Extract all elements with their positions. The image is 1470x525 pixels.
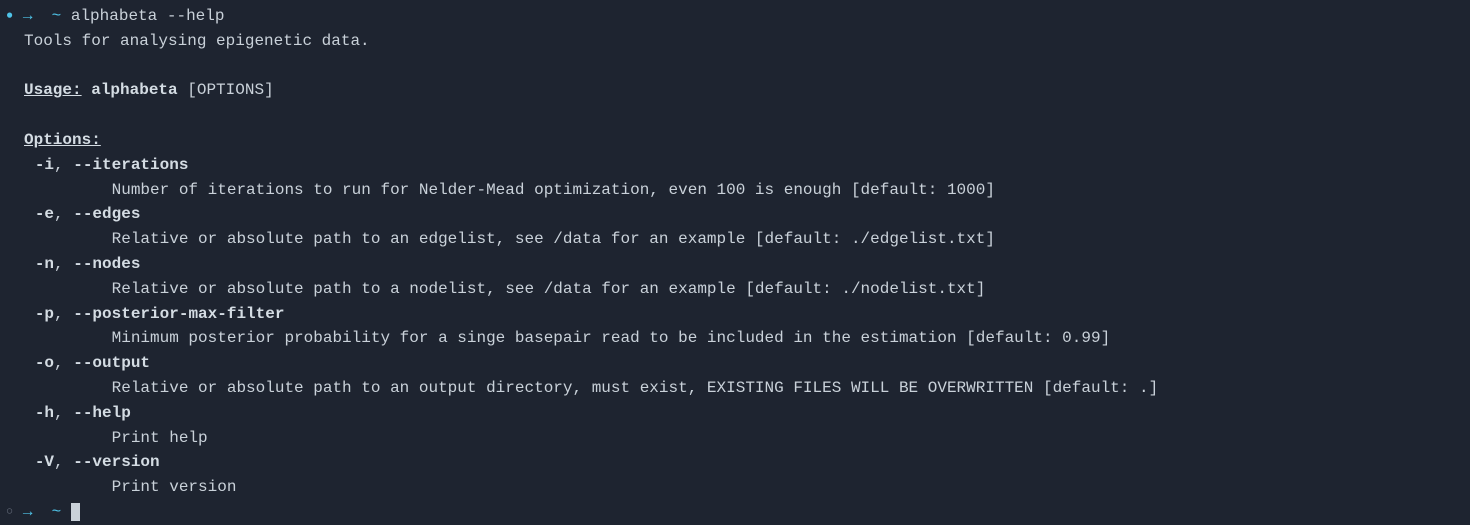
command-input[interactable]: alphabeta --help [71,7,225,25]
status-circle-empty-icon: ○ [6,504,13,518]
usage-line: Usage: alphabeta [OPTIONS] [0,78,1470,103]
option-arg [140,255,150,273]
prompt-line-2: ○ → ~ [0,500,1470,525]
cursor[interactable] [71,503,80,521]
description-line: Tools for analysing epigenetic data. [0,29,1470,54]
option-desc-line: Relative or absolute path to an output d… [0,376,1470,401]
option-flag-line: -V, --version [0,450,1470,475]
option-short: -o [35,354,54,372]
usage-command: alphabeta [91,81,177,99]
option-flag-line: -p, --posterior-max-filter [0,302,1470,327]
usage-args: [OPTIONS] [187,81,273,99]
option-desc-line: Minimum posterior probability for a sing… [0,326,1470,351]
option-arg [150,354,160,372]
option-long: --posterior-max-filter [73,305,284,323]
option-long: --iterations [73,156,188,174]
prompt-line-1: ● → ~ alphabeta --help [0,4,1470,29]
prompt-arrow-icon: → [23,7,33,25]
option-arg [188,156,198,174]
option-long: --help [73,404,131,422]
option-long: --version [73,453,159,471]
option-short: -p [35,305,54,323]
option-arg [140,205,150,223]
option-arg [284,305,294,323]
option-short: -h [35,404,54,422]
blank-line [0,103,1470,128]
options-header: Options: [0,128,1470,153]
prompt-tilde: ~ [52,7,62,25]
option-short: -n [35,255,54,273]
option-short: -i [35,156,54,174]
option-desc-line: Print version [0,475,1470,500]
option-desc-line: Number of iterations to run for Nelder-M… [0,178,1470,203]
prompt-arrow-icon: → [23,503,33,521]
option-short: -V [35,453,54,471]
blank-line [0,54,1470,79]
prompt-tilde: ~ [52,503,62,521]
usage-label: Usage: [24,81,82,99]
option-desc-line: Relative or absolute path to a nodelist,… [0,277,1470,302]
option-long: --edges [73,205,140,223]
option-flag-line: -n, --nodes [0,252,1470,277]
option-long: --nodes [73,255,140,273]
option-flag-line: -e, --edges [0,202,1470,227]
status-circle-icon: ● [6,8,13,22]
option-flag-line: -h, --help [0,401,1470,426]
option-long: --output [73,354,150,372]
option-short: -e [35,205,54,223]
option-desc-line: Relative or absolute path to an edgelist… [0,227,1470,252]
option-flag-line: -o, --output [0,351,1470,376]
option-flag-line: -i, --iterations [0,153,1470,178]
option-desc-line: Print help [0,426,1470,451]
